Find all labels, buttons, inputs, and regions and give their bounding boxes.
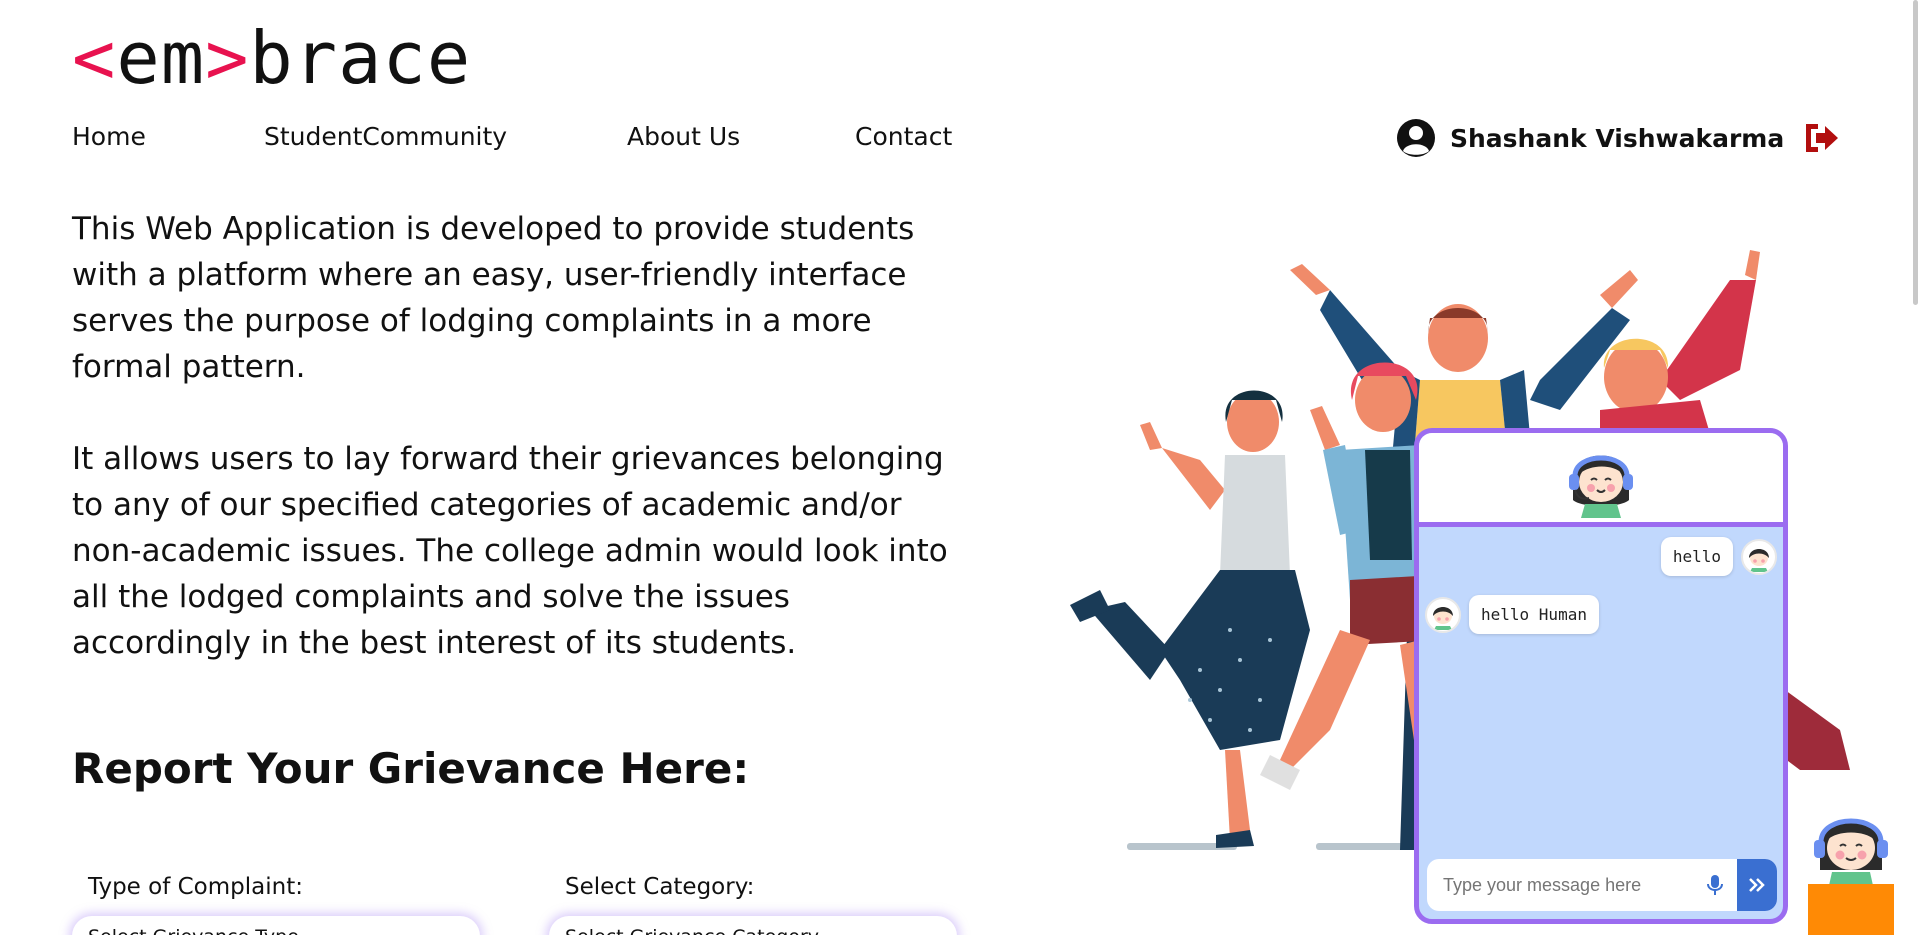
- user-profile[interactable]: Shashank Vishwakarma: [1396, 118, 1784, 158]
- microphone-icon[interactable]: [1703, 873, 1727, 897]
- complaint-type-select[interactable]: Select Grievance Type: [72, 916, 480, 935]
- chat-bubble-user: hello: [1660, 537, 1733, 576]
- intro-paragraph-1: This Web Application is developed to pro…: [72, 211, 915, 385]
- logo-open-bracket: <: [72, 16, 117, 100]
- site-logo[interactable]: <em>brace: [72, 18, 471, 98]
- chat-message-user: hello: [1660, 537, 1777, 576]
- send-button[interactable]: [1737, 859, 1777, 911]
- chat-input-bar: [1427, 859, 1777, 911]
- chat-message-bot: hello Human: [1425, 595, 1599, 634]
- chatbot-launcher-icon[interactable]: [1806, 800, 1896, 890]
- nav-student-community[interactable]: StudentCommunity: [264, 122, 507, 151]
- launcher-base: [1808, 884, 1894, 935]
- nav-home[interactable]: Home: [72, 122, 146, 151]
- nav-about-us[interactable]: About Us: [627, 122, 740, 151]
- complaint-type-label: Type of Complaint:: [88, 874, 303, 900]
- bot-avatar-icon: [1425, 596, 1461, 633]
- chat-bubble-bot: hello Human: [1469, 595, 1599, 634]
- intro-paragraph-2: It allows users to lay forward their gri…: [72, 441, 948, 661]
- logo-brace: brace: [249, 16, 472, 100]
- user-circle-icon: [1397, 119, 1435, 157]
- chatbot-avatar-icon: [1569, 455, 1633, 518]
- double-chevron-right-icon: [1749, 878, 1765, 892]
- logout-icon[interactable]: [1802, 120, 1840, 156]
- page-scrollbar[interactable]: [1913, 0, 1918, 305]
- chatbot-header: [1419, 433, 1783, 527]
- category-label: Select Category:: [565, 874, 755, 900]
- chatbot-window: hello hello Human: [1414, 428, 1788, 924]
- logo-close-bracket: >: [205, 16, 250, 100]
- category-select[interactable]: Select Grievance Category: [549, 916, 957, 935]
- nav-contact[interactable]: Contact: [855, 122, 952, 151]
- report-title: Report Your Grievance Here:: [72, 744, 750, 793]
- chat-message-input[interactable]: [1427, 859, 1703, 911]
- logo-em: em: [116, 16, 206, 100]
- intro-text: This Web Application is developed to pro…: [72, 206, 972, 712]
- user-avatar-icon: [1741, 538, 1777, 575]
- user-name: Shashank Vishwakarma: [1450, 123, 1785, 153]
